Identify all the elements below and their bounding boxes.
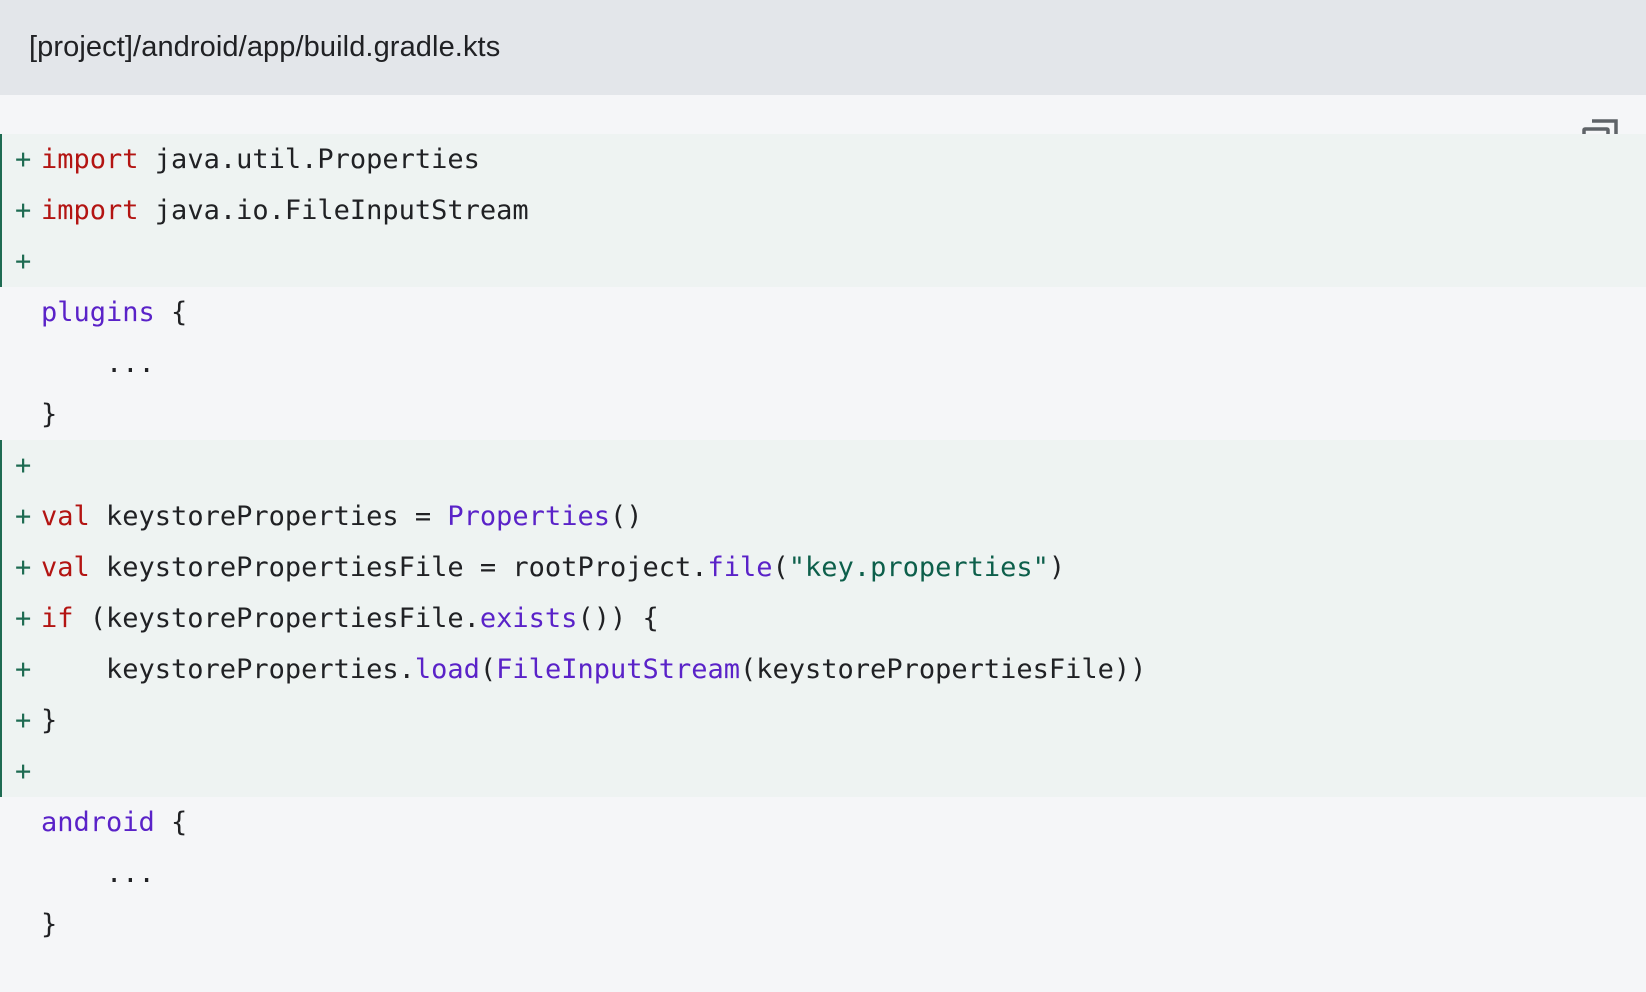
file-path: [project]/android/app/build.gradle.kts — [29, 31, 501, 63]
diff-added-marker: + — [15, 501, 32, 532]
code-line: ... — [0, 848, 1646, 899]
code-token: file — [707, 552, 773, 583]
diff-added-marker: + — [15, 705, 32, 736]
code-line-text: val keystoreProperties = Properties() — [41, 491, 642, 542]
code-token: ( — [479, 654, 497, 685]
added-code-line: + import java.io.FileInputStream — [0, 185, 1646, 236]
code-token: ()) { — [577, 603, 659, 634]
code-token: } — [41, 909, 58, 940]
diff-added-marker: + — [15, 552, 32, 583]
code-line: } — [0, 389, 1646, 440]
code-line-text: if (keystorePropertiesFile.exists()) { — [41, 593, 659, 644]
code-token: keystorePropertiesFile = rootProject. — [89, 552, 708, 583]
code-token: import — [41, 144, 139, 175]
code-token: load — [414, 654, 480, 685]
code-token: val — [41, 501, 90, 532]
added-code-line: + val keystoreProperties = Properties() — [0, 491, 1646, 542]
code-token: ... — [41, 858, 155, 889]
code-line-text: val keystorePropertiesFile = rootProject… — [41, 542, 1065, 593]
added-code-line: + — [0, 440, 1646, 491]
added-code-line: + val keystorePropertiesFile = rootProjec… — [0, 542, 1646, 593]
code-token: ) — [1048, 552, 1066, 583]
diff-added-marker: + — [15, 654, 32, 685]
code-token: { — [154, 297, 188, 328]
code-token: java.io.FileInputStream — [138, 195, 529, 226]
code-line: ... — [0, 338, 1646, 389]
code-token: ... — [41, 348, 155, 379]
code-line-text: } — [41, 899, 57, 950]
diff-added-marker: + — [15, 246, 32, 277]
added-code-line: +} — [0, 695, 1646, 746]
added-code-line: + if (keystorePropertiesFile.exists()) { — [0, 593, 1646, 644]
added-code-line: + — [0, 746, 1646, 797]
code-token: (keystorePropertiesFile. — [73, 603, 480, 634]
code-token: keystoreProperties = — [89, 501, 448, 532]
code-line: } — [0, 899, 1646, 950]
added-code-line: + import java.util.Properties — [0, 134, 1646, 185]
code-line-text: keystoreProperties.load(FileInputStream(… — [41, 644, 1146, 695]
diff-added-marker: + — [15, 195, 32, 226]
code-line: plugins { — [0, 287, 1646, 338]
code-token: { — [154, 807, 188, 838]
added-code-line: + keystoreProperties.load(FileInputStrea… — [0, 644, 1646, 695]
code-token: keystoreProperties. — [41, 654, 415, 685]
file-path-header: [project]/android/app/build.gradle.kts — [0, 0, 1646, 95]
code-token: val — [41, 552, 90, 583]
code-token: } — [41, 399, 58, 430]
code-token: import — [41, 195, 139, 226]
code-token: ( — [772, 552, 789, 583]
code-token: if — [41, 603, 74, 634]
code-line-text: } — [41, 695, 57, 746]
code-line-text: android { — [41, 797, 187, 848]
diff-added-marker: + — [15, 144, 32, 175]
code-line-text: import java.io.FileInputStream — [41, 185, 529, 236]
diff-added-marker: + — [15, 756, 32, 787]
added-code-line: + — [0, 236, 1646, 287]
code-line-text: ... — [41, 338, 155, 389]
code-token: } — [41, 705, 58, 736]
code-line-text: } — [41, 389, 57, 440]
code-snippet-panel: [project]/android/app/build.gradle.kts +… — [0, 0, 1646, 992]
code-line: android { — [0, 797, 1646, 848]
diff-added-marker: + — [15, 603, 32, 634]
code-token: exists — [479, 603, 578, 634]
code-token: (keystorePropertiesFile)) — [740, 654, 1147, 685]
code-block: + import java.util.Properties + import java… — [0, 134, 1646, 950]
code-token: plugins — [41, 297, 155, 328]
code-token: FileInputStream — [496, 654, 741, 685]
code-token: () — [609, 501, 643, 532]
code-line-text: plugins { — [41, 287, 187, 338]
diff-added-marker: + — [15, 450, 32, 481]
code-token: java.util.Properties — [138, 144, 480, 175]
code-line-text: ... — [41, 848, 155, 899]
code-line-text: import java.util.Properties — [41, 134, 480, 185]
code-token: "key.properties" — [788, 552, 1049, 583]
code-token: Properties — [447, 501, 610, 532]
code-token: android — [41, 807, 155, 838]
